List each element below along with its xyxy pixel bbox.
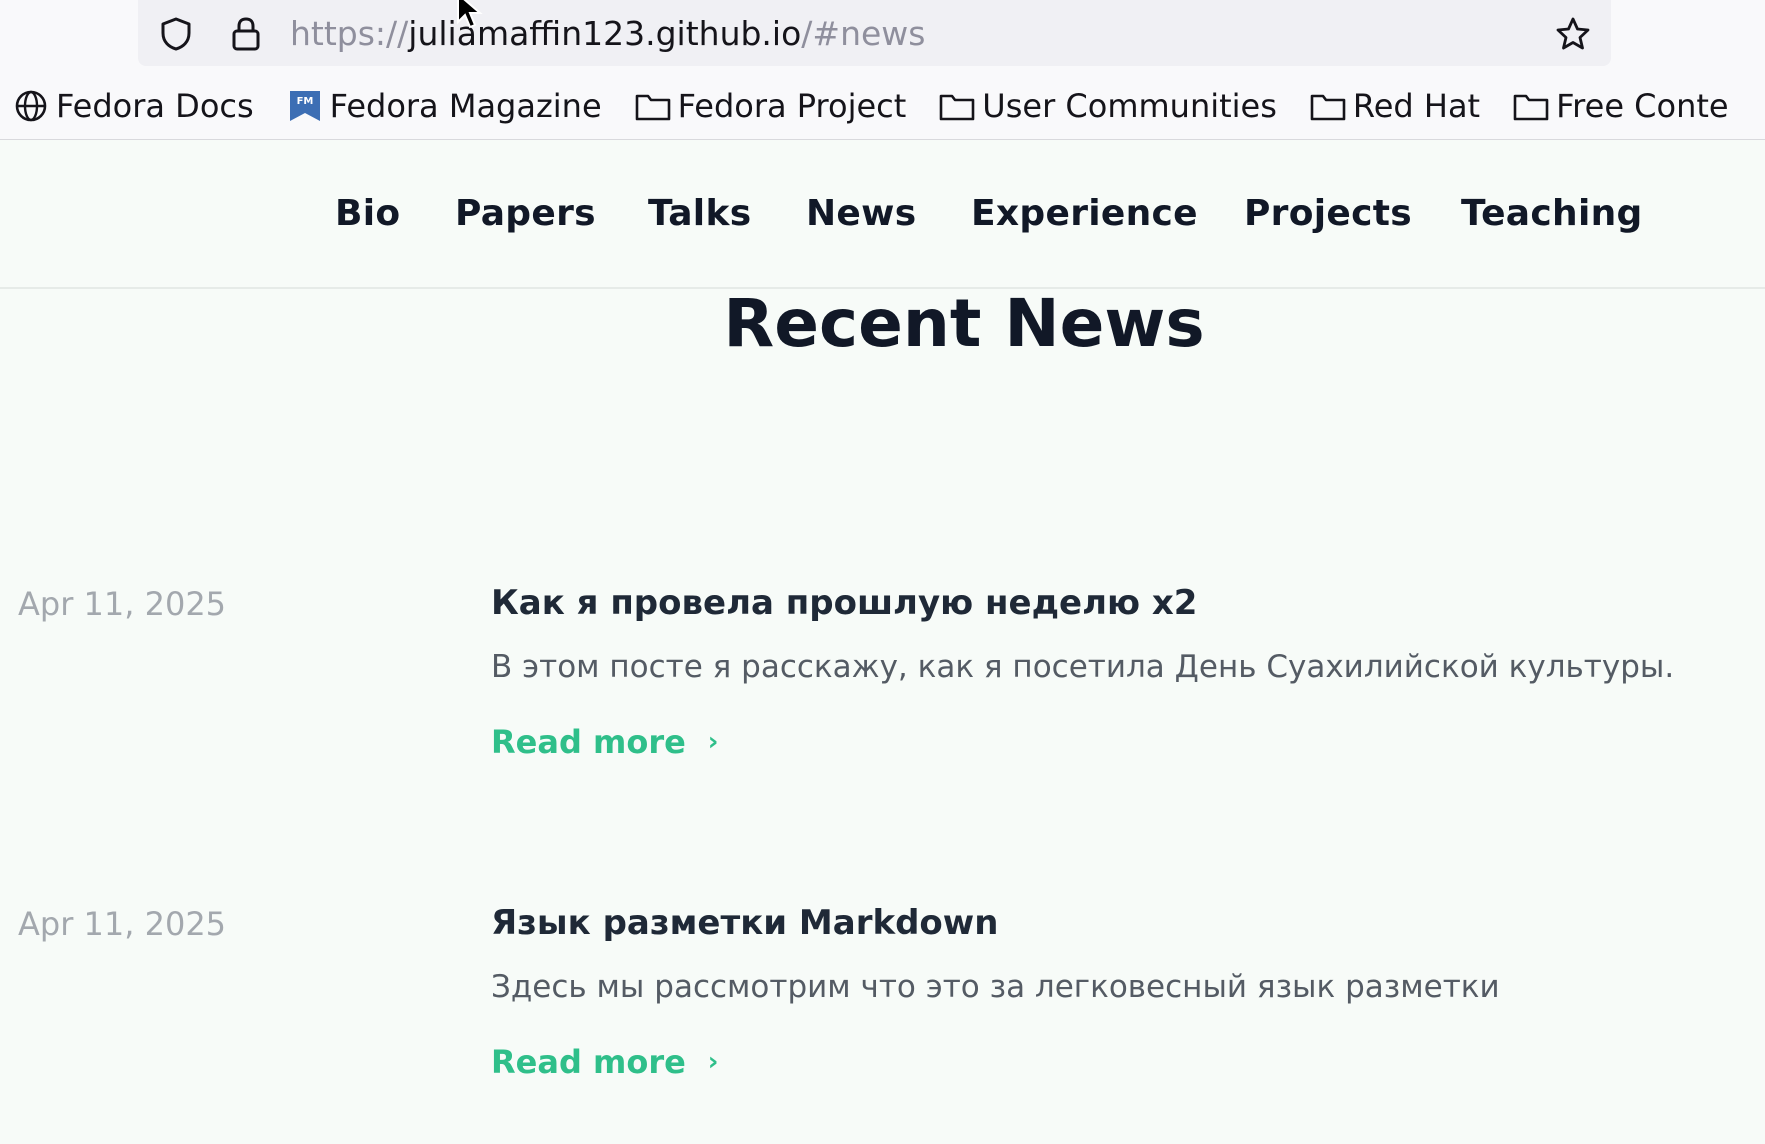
bookmark-label: Red Hat (1352, 87, 1481, 125)
folder-icon (938, 87, 976, 125)
address-bar[interactable]: https://juliamaffin123.github.io/#news (138, 0, 1611, 66)
bookmark-label: Fedora Docs (56, 87, 254, 125)
browser-toolbar: https://juliamaffin123.github.io/#news F… (0, 0, 1765, 140)
bookmark-user-communities[interactable]: User Communities (938, 87, 1277, 125)
lock-icon[interactable] (226, 14, 266, 54)
read-more-link[interactable]: Read more › (491, 723, 719, 761)
nav-bio[interactable]: Bio (335, 193, 400, 234)
bookmark-star-icon[interactable] (1553, 14, 1593, 54)
tracking-protection-shield-icon[interactable] (156, 14, 196, 54)
mouse-cursor-icon (457, 0, 483, 29)
bookmark-label: User Communities (982, 87, 1277, 125)
svg-text:FM: FM (296, 96, 313, 107)
globe-icon (12, 87, 50, 125)
bookmark-fedora-docs[interactable]: Fedora Docs (12, 87, 254, 125)
bookmark-fedora-project[interactable]: Fedora Project (634, 87, 907, 125)
fedora-magazine-icon: FM (286, 87, 324, 125)
bookmark-label: Fedora Project (677, 87, 907, 125)
folder-icon (1512, 87, 1550, 125)
bookmark-label: Free Conte (1556, 87, 1729, 125)
read-more-label: Read more (491, 723, 686, 761)
bookmark-free-content[interactable]: Free Conte (1512, 87, 1729, 125)
bookmarks-toolbar: Fedora Docs FM Fedora Magazine Fedora Pr… (0, 84, 1765, 128)
news-title[interactable]: Как я провела прошлую неделю x2 (491, 583, 1197, 623)
nav-talks[interactable]: Talks (648, 193, 751, 234)
news-excerpt: Здесь мы рассмотрим что это за легковесн… (491, 969, 1500, 1005)
nav-teaching[interactable]: Teaching (1461, 193, 1643, 234)
nav-experience[interactable]: Experience (971, 193, 1198, 234)
chevron-right-icon: › (707, 1047, 719, 1077)
nav-papers[interactable]: Papers (455, 193, 596, 234)
url-path: /#news (801, 14, 926, 53)
news-date: Apr 11, 2025 (18, 585, 227, 623)
bookmark-fedora-magazine[interactable]: FM Fedora Magazine (286, 87, 602, 125)
url-text[interactable]: https://juliamaffin123.github.io/#news (290, 14, 925, 54)
read-more-link[interactable]: Read more › (491, 1043, 719, 1081)
news-excerpt: В этом посте я расскажу, как я посетила … (491, 649, 1675, 685)
folder-icon (634, 87, 672, 125)
bookmark-label: Fedora Magazine (329, 87, 602, 125)
site-navbar: Bio Papers Talks News Experience Project… (0, 141, 1765, 289)
nav-projects[interactable]: Projects (1244, 193, 1412, 234)
news-date: Apr 11, 2025 (18, 905, 227, 943)
read-more-label: Read more (491, 1043, 686, 1081)
page-title: Recent News (723, 285, 1205, 362)
news-title[interactable]: Язык разметки Markdown (491, 903, 998, 943)
folder-icon (1309, 87, 1347, 125)
bookmark-red-hat[interactable]: Red Hat (1309, 87, 1480, 125)
url-scheme: https:// (290, 14, 409, 53)
chevron-right-icon: › (707, 727, 719, 757)
nav-news[interactable]: News (806, 193, 916, 234)
